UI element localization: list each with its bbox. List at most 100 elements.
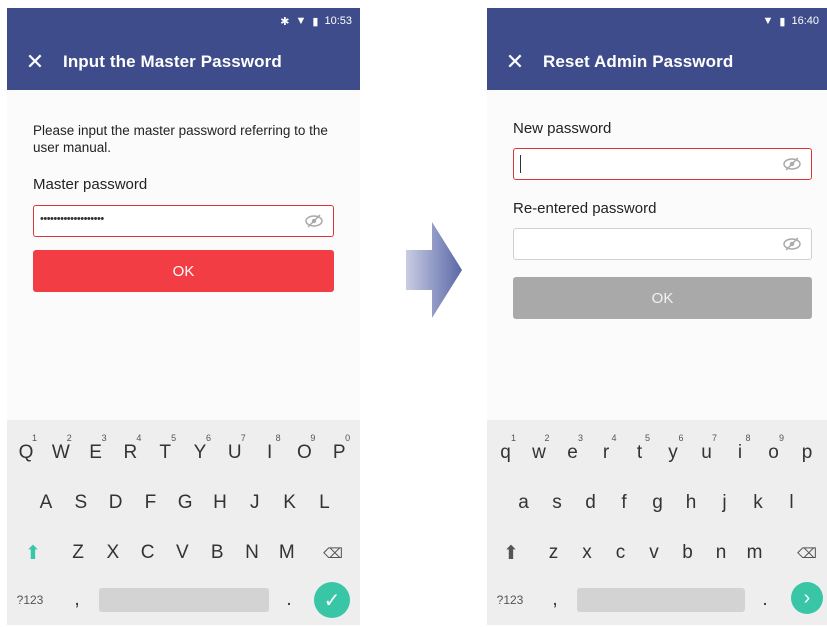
- key-hint: 9: [310, 433, 316, 443]
- battery-icon: ▮: [312, 15, 319, 28]
- text-cursor: [520, 155, 521, 173]
- key-x[interactable]: X: [96, 533, 130, 573]
- key-m[interactable]: m: [738, 533, 771, 573]
- key-f[interactable]: f: [608, 483, 641, 523]
- backspace-icon[interactable]: ⌫: [787, 533, 827, 573]
- hide-password-icon[interactable]: [783, 156, 801, 172]
- key-s[interactable]: S: [64, 483, 98, 523]
- key-t[interactable]: T5: [148, 433, 182, 473]
- key-m[interactable]: M: [270, 533, 304, 573]
- keyboard-row-3: ⬆ ⌫ z x c v b nm: [487, 533, 827, 573]
- keyboard-row-3: ⬆ ⌫ Z XCVBNM: [7, 533, 360, 573]
- key-l[interactable]: l: [775, 483, 808, 523]
- wifi-icon: ▼: [295, 15, 307, 27]
- shift-icon[interactable]: ⬆: [495, 533, 527, 573]
- key-label: Z: [72, 542, 84, 563]
- key-d[interactable]: D: [99, 483, 133, 523]
- key-n[interactable]: n: [705, 533, 738, 573]
- key-o[interactable]: o9: [757, 433, 790, 473]
- done-check-icon[interactable]: ✓: [314, 582, 350, 618]
- key-l[interactable]: L: [307, 483, 341, 523]
- key-u[interactable]: U7: [218, 433, 252, 473]
- key-y[interactable]: Y6: [183, 433, 217, 473]
- key-i[interactable]: i8: [724, 433, 757, 473]
- key-o[interactable]: O9: [287, 433, 321, 473]
- key-k[interactable]: k: [742, 483, 775, 523]
- key-j[interactable]: j: [708, 483, 741, 523]
- next-arrow-icon[interactable]: ›: [791, 582, 823, 614]
- key-k[interactable]: K: [273, 483, 307, 523]
- key-z[interactable]: Z: [61, 533, 95, 573]
- key-hint: 6: [678, 433, 684, 443]
- key-v[interactable]: V: [165, 533, 199, 573]
- ok-button[interactable]: OK: [33, 250, 334, 292]
- key-j[interactable]: J: [238, 483, 272, 523]
- key-g[interactable]: g: [641, 483, 674, 523]
- comma-key[interactable]: ,: [543, 580, 567, 620]
- key-q[interactable]: Q1: [9, 433, 43, 473]
- key-s[interactable]: s: [541, 483, 574, 523]
- key-v[interactable]: v: [638, 533, 671, 573]
- symbols-key[interactable]: ?123: [491, 580, 529, 620]
- key-e[interactable]: e3: [556, 433, 589, 473]
- period-key[interactable]: .: [753, 580, 777, 620]
- period-key[interactable]: .: [277, 580, 301, 620]
- key-g[interactable]: G: [168, 483, 202, 523]
- key-n[interactable]: N: [235, 533, 269, 573]
- key-p[interactable]: p: [791, 433, 824, 473]
- comma-key[interactable]: ,: [65, 580, 89, 620]
- key-c[interactable]: c: [604, 533, 637, 573]
- key-x[interactable]: x: [571, 533, 604, 573]
- space-key[interactable]: [99, 588, 269, 612]
- key-f[interactable]: F: [133, 483, 167, 523]
- reentered-password-input[interactable]: [513, 228, 812, 260]
- key-label: s: [552, 492, 562, 513]
- key-label: u: [701, 442, 712, 463]
- key-r[interactable]: r4: [590, 433, 623, 473]
- key-b[interactable]: B: [200, 533, 234, 573]
- key-label: Q: [18, 442, 34, 463]
- key-u[interactable]: u7: [690, 433, 723, 473]
- symbols-key[interactable]: ?123: [11, 580, 49, 620]
- close-icon[interactable]: ✕: [487, 49, 543, 75]
- ok-button[interactable]: OK: [513, 277, 812, 319]
- key-w[interactable]: w2: [523, 433, 556, 473]
- status-time: 10:53: [324, 15, 352, 27]
- key-h[interactable]: h: [675, 483, 708, 523]
- key-p[interactable]: P0: [322, 433, 356, 473]
- close-icon[interactable]: ✕: [7, 49, 63, 75]
- new-password-input[interactable]: [513, 148, 812, 180]
- key-c[interactable]: C: [131, 533, 165, 573]
- key-label: t: [636, 442, 643, 463]
- new-password-label: New password: [513, 120, 612, 137]
- key-label: l: [789, 492, 794, 513]
- key-hint: 5: [644, 433, 650, 443]
- key-label: f: [621, 492, 627, 513]
- key-q[interactable]: q1: [489, 433, 522, 473]
- space-key[interactable]: [577, 588, 745, 612]
- key-a[interactable]: a: [507, 483, 540, 523]
- hide-password-icon[interactable]: [305, 213, 323, 229]
- key-hint: 2: [544, 433, 550, 443]
- master-password-input[interactable]: •••••••••••••••••••: [33, 205, 334, 237]
- key-r[interactable]: R4: [113, 433, 147, 473]
- key-hint: 6: [205, 433, 211, 443]
- key-e[interactable]: E3: [79, 433, 113, 473]
- key-i[interactable]: I8: [253, 433, 287, 473]
- hide-password-icon[interactable]: [783, 236, 801, 252]
- key-w[interactable]: W2: [44, 433, 78, 473]
- shift-icon[interactable]: ⬆: [17, 533, 49, 573]
- key-label: e: [567, 442, 578, 463]
- app-bar: ✕ Input the Master Password: [7, 34, 360, 90]
- backspace-icon[interactable]: ⌫: [313, 533, 353, 573]
- key-b[interactable]: b: [671, 533, 704, 573]
- key-label: d: [585, 492, 596, 513]
- key-y[interactable]: y6: [657, 433, 690, 473]
- key-z[interactable]: z: [537, 533, 570, 573]
- key-t[interactable]: t5: [623, 433, 656, 473]
- key-h[interactable]: H: [203, 483, 237, 523]
- key-d[interactable]: d: [574, 483, 607, 523]
- key-a[interactable]: A: [29, 483, 63, 523]
- key-label: N: [245, 542, 259, 563]
- keyboard-row-2: as d fghjkl: [487, 483, 827, 523]
